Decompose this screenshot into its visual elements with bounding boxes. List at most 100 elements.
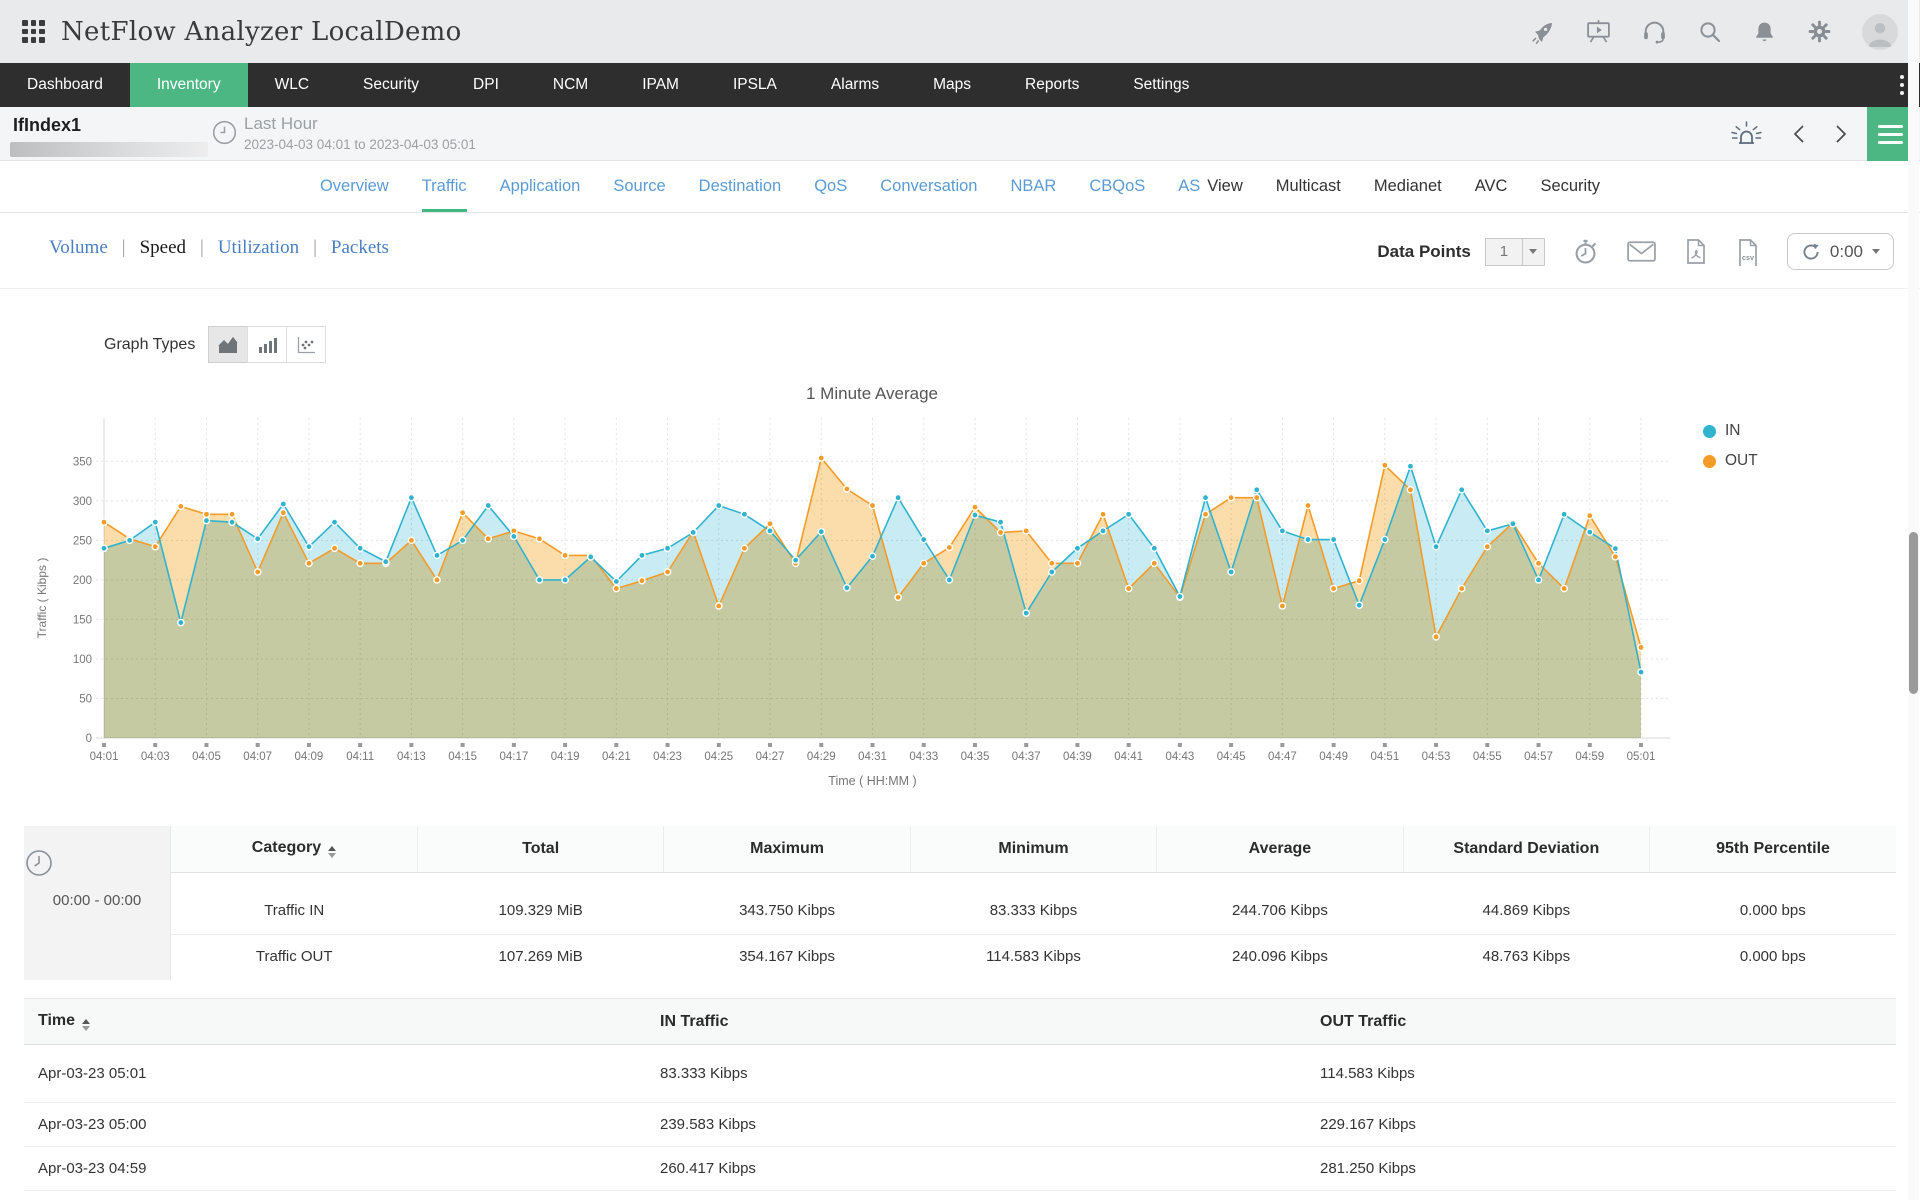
traffic-chart[interactable]: 50 100 150 200 250 300 350 0 04:01 04:03 04:05 04:0… [30, 398, 1690, 798]
data-point-out [1560, 584, 1568, 593]
scrollbar-thumb[interactable] [1909, 532, 1918, 694]
graph-type-bar-button[interactable] [247, 326, 288, 363]
auto-refresh-dropdown[interactable]: 0:00 [1786, 233, 1894, 270]
data-point-in [1534, 576, 1543, 584]
data-point-out [1278, 602, 1287, 610]
data-point-in [1073, 544, 1082, 553]
tab-conversation[interactable]: Conversation [880, 161, 977, 212]
svg-text:04:37: 04:37 [1012, 751, 1041, 763]
nav-item-dpi[interactable]: DPI [446, 63, 526, 107]
data-points-select[interactable]: 1 [1484, 237, 1545, 266]
data-point-in [1124, 510, 1133, 519]
data-point-in [843, 583, 851, 592]
nav-overflow-kebab-icon[interactable] [1900, 63, 1904, 107]
nav-item-dashboard[interactable]: Dashboard [0, 63, 130, 107]
nav-item-wlc[interactable]: WLC [248, 63, 336, 107]
data-point-out [612, 584, 621, 593]
metric-link-volume[interactable]: Volume [49, 237, 108, 259]
data-point-out [484, 534, 493, 543]
tab-qos[interactable]: QoS [814, 161, 847, 212]
tab-application[interactable]: Application [500, 161, 581, 212]
summary-header-row: Category Total Maximum Minimum Average Standa… [171, 826, 1896, 873]
interface-name: IfIndex1 [13, 115, 82, 135]
tab-security[interactable]: Security [1540, 161, 1600, 212]
traffic-cell: 114.583 Kibps [1320, 1065, 1415, 1082]
settings-gear-icon[interactable] [1806, 18, 1833, 45]
traffic-cell: 260.417 Kibps [660, 1160, 756, 1177]
svg-text:50: 50 [79, 693, 92, 705]
nav-item-maps[interactable]: Maps [906, 63, 998, 107]
data-point-out [843, 485, 851, 493]
data-point-out [458, 508, 467, 517]
svg-text:04:39: 04:39 [1063, 751, 1092, 763]
metric-link-packets[interactable]: Packets [331, 237, 389, 259]
search-icon[interactable] [1697, 19, 1723, 45]
nav-item-ncm[interactable]: NCM [526, 63, 615, 107]
page-scrollbar[interactable] [1908, 0, 1919, 1200]
email-icon[interactable] [1626, 239, 1657, 264]
interface-subtitle-skeleton [10, 142, 208, 157]
nav-item-inventory[interactable]: Inventory [129, 63, 248, 107]
schedule-icon[interactable] [1571, 237, 1600, 266]
tab-nbar[interactable]: NBAR [1010, 161, 1056, 212]
data-point-out [100, 518, 108, 526]
alarm-icon[interactable] [1728, 119, 1764, 149]
data-point-in [868, 552, 877, 560]
svg-text:300: 300 [73, 496, 92, 508]
sort-icon[interactable] [328, 846, 337, 859]
nav-item-security[interactable]: Security [336, 63, 446, 107]
tab-view[interactable]: View [1207, 161, 1242, 212]
tab-traffic[interactable]: Traffic [421, 161, 467, 212]
rocket-icon[interactable] [1530, 19, 1556, 45]
notifications-bell-icon[interactable] [1752, 19, 1777, 45]
tab-medianet[interactable]: Medianet [1374, 161, 1442, 212]
csv-export-icon[interactable]: csv [1735, 237, 1761, 266]
data-point-in [1637, 668, 1645, 676]
data-point-out [1381, 461, 1389, 470]
tab-destination[interactable]: Destination [699, 161, 782, 212]
metric-link-speed[interactable]: Speed [140, 237, 186, 259]
time-period-label[interactable]: Last Hour [244, 114, 318, 134]
svg-text:04:03: 04:03 [141, 751, 170, 763]
svg-text:04:47: 04:47 [1268, 751, 1297, 763]
data-point-in [177, 618, 185, 627]
pdf-export-icon[interactable] [1683, 237, 1709, 266]
svg-text:04:31: 04:31 [858, 751, 887, 763]
nav-item-ipam[interactable]: IPAM [615, 63, 706, 107]
next-chevron-icon[interactable] [1829, 122, 1851, 146]
data-point-out [228, 510, 236, 519]
prev-chevron-icon[interactable] [1789, 122, 1811, 146]
graph-type-scatter-button[interactable] [286, 326, 327, 363]
tab-avc[interactable]: AVC [1475, 161, 1508, 212]
support-headset-icon[interactable] [1641, 18, 1668, 45]
app-title: NetFlow Analyzer LocalDemo [61, 16, 462, 47]
data-point-in [433, 551, 441, 560]
svg-text:04:05: 04:05 [192, 751, 221, 763]
apps-grid-icon[interactable] [22, 20, 45, 43]
sort-icon[interactable] [82, 1019, 91, 1031]
graph-type-area-button[interactable] [208, 326, 249, 363]
summary-col-category[interactable]: Category [171, 826, 418, 873]
tab-as[interactable]: AS [1178, 161, 1200, 212]
demo-player-icon[interactable] [1585, 18, 1612, 45]
tab-multicast[interactable]: Multicast [1276, 161, 1341, 212]
nav-item-settings[interactable]: Settings [1106, 63, 1216, 107]
nav-item-reports[interactable]: Reports [998, 63, 1106, 107]
svg-text:04:07: 04:07 [243, 751, 272, 763]
data-point-out [202, 510, 211, 519]
nav-item-alarms[interactable]: Alarms [804, 63, 906, 107]
tab-source[interactable]: Source [613, 161, 665, 212]
legend-item-out[interactable]: OUT [1703, 452, 1758, 470]
tab-overview[interactable]: Overview [320, 161, 389, 212]
legend-item-in[interactable]: IN [1703, 422, 1758, 440]
svg-text:Time ( HH:MM ): Time ( HH:MM ) [828, 774, 916, 788]
data-point-in [1406, 462, 1415, 471]
user-avatar[interactable] [1862, 13, 1898, 50]
clock-icon [212, 120, 237, 145]
tab-cbqos[interactable]: CBQoS [1089, 161, 1145, 212]
traffic-col-time[interactable]: Time [24, 1012, 660, 1031]
nav-item-ipsla[interactable]: IPSLA [706, 63, 804, 107]
hamburger-menu-button[interactable] [1867, 107, 1914, 161]
svg-text:04:23: 04:23 [653, 751, 682, 763]
metric-link-utilization[interactable]: Utilization [218, 237, 299, 259]
